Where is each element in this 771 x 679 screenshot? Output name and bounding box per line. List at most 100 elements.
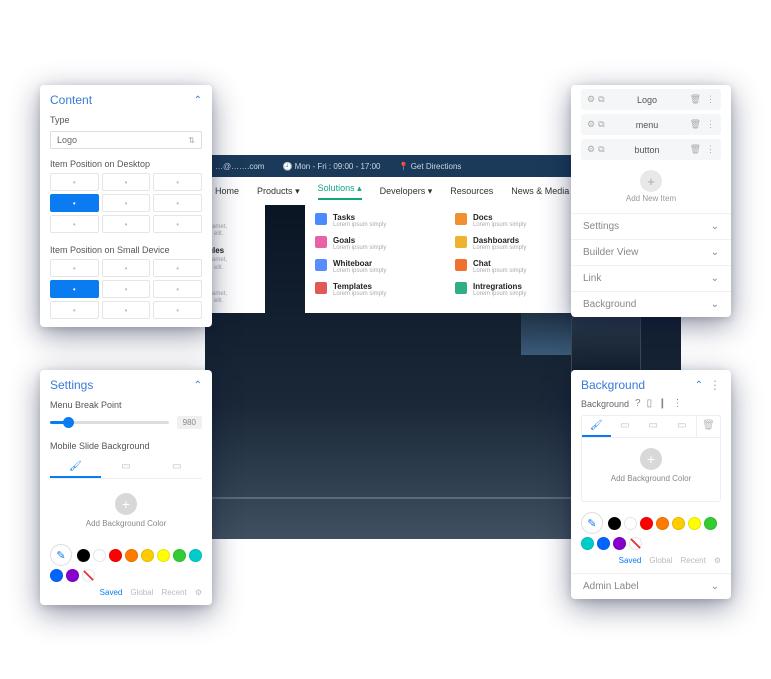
- pos-cell[interactable]: •: [102, 301, 151, 319]
- pos-cell[interactable]: •: [50, 173, 99, 191]
- color-swatch[interactable]: [157, 549, 170, 562]
- mega-item[interactable]: TemplatesLorem ipsum simply: [315, 282, 425, 297]
- color-swatch[interactable]: [672, 517, 685, 530]
- tab-gradient[interactable]: ▭: [611, 416, 640, 437]
- nav-home[interactable]: Home: [215, 186, 239, 196]
- color-swatch[interactable]: [640, 517, 653, 530]
- color-swatch[interactable]: [608, 517, 621, 530]
- break-point-slider[interactable]: [50, 421, 169, 424]
- tab-image[interactable]: ▭: [639, 416, 668, 437]
- mega-item[interactable]: DocsLorem ipsum simply: [455, 213, 565, 228]
- gear-icon[interactable]: ⚙: [195, 588, 202, 597]
- pos-cell[interactable]: •: [102, 215, 151, 233]
- drag-icon[interactable]: ⚙: [587, 144, 595, 155]
- gear-icon[interactable]: ⚙: [714, 556, 721, 565]
- color-swatch[interactable]: [624, 517, 637, 530]
- more-icon[interactable]: ⋮: [706, 119, 715, 130]
- color-swatch[interactable]: [704, 517, 717, 530]
- pos-cell[interactable]: •: [153, 280, 202, 298]
- pos-cell[interactable]: •: [153, 259, 202, 277]
- pos-cell[interactable]: •: [153, 194, 202, 212]
- mega-item[interactable]: WhiteboarLorem ipsum simply: [315, 259, 425, 274]
- mega-item[interactable]: GoalsLorem ipsum simply: [315, 236, 425, 251]
- color-swatch[interactable]: [173, 549, 186, 562]
- pos-cell[interactable]: •: [153, 301, 202, 319]
- pos-cell[interactable]: •: [102, 280, 151, 298]
- section-background[interactable]: Background⌄: [571, 291, 731, 317]
- color-swatch[interactable]: [109, 549, 122, 562]
- collapse-icon[interactable]: ⌃: [695, 380, 703, 391]
- pos-cell[interactable]: •: [102, 194, 151, 212]
- hover-icon[interactable]: ❙: [658, 398, 666, 409]
- color-swatch[interactable]: [125, 549, 138, 562]
- add-new-item[interactable]: + Add New Item: [571, 164, 731, 213]
- no-color-swatch[interactable]: [82, 569, 95, 582]
- nav-news[interactable]: News & Media: [511, 186, 569, 196]
- type-select[interactable]: Logo⇅: [50, 131, 202, 149]
- mega-item[interactable]: IntregrationsLorem ipsum simply: [455, 282, 565, 297]
- recent-tab[interactable]: Recent: [161, 588, 186, 597]
- item-row[interactable]: ⚙⧉menu🗑⋮: [581, 114, 721, 135]
- more-icon[interactable]: ⋮: [706, 94, 715, 105]
- pos-cell[interactable]: •: [102, 173, 151, 191]
- more-icon[interactable]: ⋮: [709, 378, 721, 392]
- color-swatch[interactable]: [66, 569, 79, 582]
- more-icon[interactable]: ⋮: [673, 398, 683, 409]
- drag-icon[interactable]: ⚙: [587, 119, 595, 130]
- color-swatch[interactable]: [141, 549, 154, 562]
- collapse-icon[interactable]: ⌃: [194, 95, 202, 106]
- item-row[interactable]: ⚙⧉button🗑⋮: [581, 139, 721, 160]
- delete-icon[interactable]: 🗑: [690, 94, 701, 105]
- no-color-swatch[interactable]: [629, 537, 642, 550]
- saved-tab[interactable]: Saved: [619, 556, 642, 565]
- color-swatch[interactable]: [613, 537, 626, 550]
- tab-color[interactable]: 🖌: [50, 457, 101, 478]
- mega-item[interactable]: ChatLorem ipsum simply: [455, 259, 565, 274]
- color-swatch[interactable]: [189, 549, 202, 562]
- nav-developers[interactable]: Developers ▾: [380, 186, 433, 197]
- tab-gradient[interactable]: ▭: [101, 457, 152, 478]
- tab-video[interactable]: ▭: [668, 416, 697, 437]
- more-icon[interactable]: ⋮: [706, 144, 715, 155]
- collapse-icon[interactable]: ⌃: [194, 380, 202, 391]
- add-bg-region[interactable]: + Add Background Color: [582, 438, 720, 495]
- pos-cell[interactable]: •: [153, 173, 202, 191]
- color-swatch[interactable]: [93, 549, 106, 562]
- global-tab[interactable]: Global: [649, 556, 672, 565]
- section-link[interactable]: Link⌄: [571, 265, 731, 291]
- nav-products[interactable]: Products ▾: [257, 186, 300, 197]
- nav-solutions[interactable]: Solutions ▴: [318, 183, 362, 200]
- eyedropper-button[interactable]: ✎: [50, 544, 72, 566]
- pos-cell[interactable]: •: [50, 259, 99, 277]
- mega-item[interactable]: DashboardsLorem ipsum simply: [455, 236, 565, 251]
- nav-resources[interactable]: Resources: [450, 186, 493, 196]
- pos-cell[interactable]: •: [50, 280, 99, 298]
- color-swatch[interactable]: [77, 549, 90, 562]
- color-swatch[interactable]: [581, 537, 594, 550]
- delete-icon[interactable]: 🗑: [690, 119, 701, 130]
- pos-cell[interactable]: •: [50, 215, 99, 233]
- item-row[interactable]: ⚙⧉Logo🗑⋮: [581, 89, 721, 110]
- pos-cell[interactable]: •: [153, 215, 202, 233]
- section-settings[interactable]: Settings⌄: [571, 213, 731, 239]
- color-swatch[interactable]: [656, 517, 669, 530]
- color-swatch[interactable]: [688, 517, 701, 530]
- pos-cell[interactable]: •: [50, 194, 99, 212]
- recent-tab[interactable]: Recent: [680, 556, 705, 565]
- mega-item[interactable]: TasksLorem ipsum simply: [315, 213, 425, 228]
- color-swatch[interactable]: [597, 537, 610, 550]
- break-point-value[interactable]: 980: [177, 416, 202, 429]
- tab-clear[interactable]: 🗑: [696, 416, 720, 437]
- tab-color[interactable]: 🖌: [582, 416, 611, 437]
- global-tab[interactable]: Global: [130, 588, 153, 597]
- phone-icon[interactable]: ▯: [647, 398, 653, 409]
- section-builder-view[interactable]: Builder View⌄: [571, 239, 731, 265]
- pos-cell[interactable]: •: [50, 301, 99, 319]
- drag-icon[interactable]: ⚙: [587, 94, 595, 105]
- section-admin-label[interactable]: Admin Label⌄: [571, 573, 731, 599]
- color-swatch[interactable]: [50, 569, 63, 582]
- help-icon[interactable]: ?: [635, 398, 641, 409]
- tab-image[interactable]: ▭: [151, 457, 202, 478]
- eyedropper-button[interactable]: ✎: [581, 512, 603, 534]
- add-bg-region[interactable]: + Add Background Color: [40, 483, 212, 540]
